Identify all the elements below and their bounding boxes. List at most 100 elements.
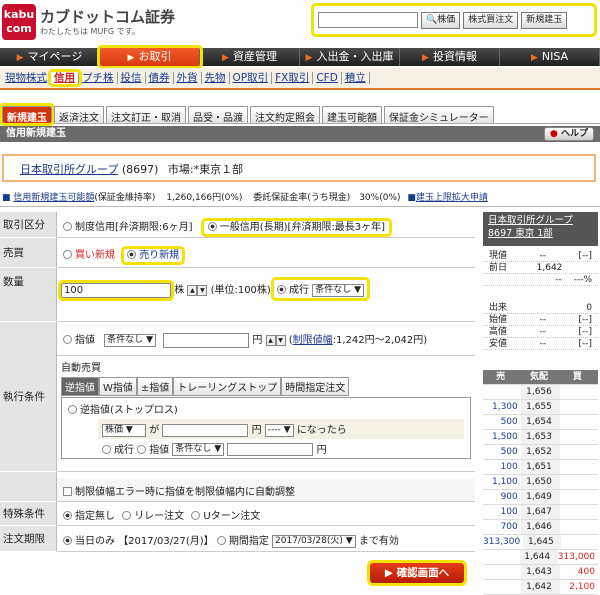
relay-order-option[interactable]: リレー注文 bbox=[122, 511, 184, 522]
sell-new-option[interactable]: 売り新規 bbox=[121, 246, 186, 265]
buy-new-option[interactable]: 買い新規 bbox=[63, 250, 115, 261]
nav-assets[interactable]: ▶ 資産管理 bbox=[200, 48, 300, 66]
search-input[interactable] bbox=[318, 12, 418, 28]
stop-limit-price-input[interactable] bbox=[227, 443, 314, 456]
stop-market-option[interactable]: 成行 bbox=[102, 444, 134, 456]
limit-increase-link[interactable]: 建玉上限拡大申請 bbox=[416, 193, 488, 203]
subnav-cash[interactable]: 現物株式 bbox=[2, 72, 51, 84]
nav-info[interactable]: ▶ 投資情報 bbox=[400, 48, 500, 66]
quantity-input[interactable]: 100 bbox=[58, 279, 174, 301]
kubun-ippan-option[interactable]: 一般信用(長期)[弁済期限:最長3ヶ年] bbox=[200, 218, 393, 237]
info-icon: ■ bbox=[2, 193, 11, 203]
order-book-bid bbox=[560, 520, 598, 534]
nav-trade[interactable]: ▶ お取引 bbox=[97, 45, 203, 69]
quote-label: 出来 bbox=[489, 303, 508, 313]
order-book-row[interactable]: 313,300 1,645 bbox=[483, 535, 598, 550]
subnav-margin[interactable]: 信用 bbox=[48, 69, 82, 87]
subnav-bond[interactable]: 債券 bbox=[146, 72, 174, 84]
stock-order-button[interactable]: 株式買注文 bbox=[463, 11, 519, 29]
order-book-row[interactable]: 1,500 1,653 bbox=[483, 430, 598, 445]
today-only-option[interactable]: 当日のみ bbox=[63, 536, 115, 547]
tagline: わたしたちは MUFG です。 bbox=[40, 27, 140, 36]
increment-icon[interactable]: ▲ bbox=[265, 334, 276, 346]
confirm-button[interactable]: ▶ 確認画面へ bbox=[367, 560, 467, 586]
market-order-option[interactable]: 成行 条件なし ▼ bbox=[271, 277, 371, 301]
tab-simulator[interactable]: 保証金シミュレーター bbox=[384, 106, 494, 124]
order-book-row[interactable]: 100 1,647 bbox=[483, 505, 598, 520]
kubun-seido-option[interactable]: 制度信用[弁済期限:6ヶ月] bbox=[63, 222, 193, 233]
subnav-petit[interactable]: プチ株 bbox=[79, 72, 118, 84]
tab-delivery[interactable]: 品受・品渡 bbox=[188, 106, 248, 124]
order-book-row[interactable]: 1,300 1,655 bbox=[483, 400, 598, 415]
decrement-icon[interactable]: ▼ bbox=[275, 334, 286, 346]
tab-new-position[interactable]: 新規建玉 bbox=[0, 103, 55, 126]
stop-source-select[interactable]: 株価 ▼ bbox=[102, 423, 146, 437]
limit-order-option[interactable]: 指値 bbox=[63, 335, 95, 346]
order-book-row[interactable]: 100 1,651 bbox=[483, 460, 598, 475]
order-book-row[interactable]: 700 1,646 bbox=[483, 520, 598, 535]
yen-unit: 円 bbox=[316, 444, 327, 456]
order-book-row[interactable]: 900 1,649 bbox=[483, 490, 598, 505]
period-option[interactable]: 期間指定 bbox=[216, 536, 269, 547]
tab-w-order[interactable]: W指値 bbox=[99, 377, 137, 396]
nav-mypage[interactable]: ▶ マイページ bbox=[0, 48, 100, 66]
uturn-order-option[interactable]: Uターン注文 bbox=[191, 511, 260, 522]
price-limit-range: :1,242円〜2,042円) bbox=[332, 335, 428, 346]
quote-stock-sub[interactable]: 8697 東京 1部 bbox=[488, 228, 553, 239]
tab-stop-order[interactable]: 逆指値 bbox=[61, 377, 99, 396]
order-book-row[interactable]: 1,644 313,000 bbox=[483, 550, 598, 565]
stop-direction-select[interactable]: ---- ▼ bbox=[264, 423, 294, 437]
stock-market: 市場:*東京１部 bbox=[167, 163, 244, 176]
stop-condition-select[interactable]: 条件なし ▼ bbox=[172, 443, 225, 456]
tab-time-order[interactable]: 時間指定注文 bbox=[281, 377, 350, 396]
period-date-select[interactable]: 2017/03/28(火) ▼ bbox=[272, 534, 356, 548]
order-book-row[interactable]: 1,642 2,100 bbox=[483, 580, 598, 595]
chevron-down-icon: ▼ bbox=[125, 424, 133, 435]
kubun-label: 取引区分 bbox=[0, 212, 57, 238]
logo[interactable]: kabu com bbox=[2, 4, 36, 40]
tab-buying-power[interactable]: 建玉可能額 bbox=[322, 106, 382, 124]
stop-limit-option[interactable]: 指値 bbox=[137, 444, 169, 456]
tab-trailing-stop[interactable]: トレーリングストップ bbox=[173, 377, 282, 396]
increment-icon[interactable]: ▲ bbox=[187, 284, 198, 296]
decrement-icon[interactable]: ▼ bbox=[197, 284, 208, 296]
nav-deposit[interactable]: ▶ 入出金・入出庫 bbox=[300, 48, 400, 66]
tab-pm-order[interactable]: ±指値 bbox=[136, 377, 174, 396]
subnav-savings[interactable]: 積立 bbox=[342, 72, 370, 84]
tab-close-order[interactable]: 返済注文 bbox=[54, 106, 104, 124]
stock-price-button[interactable]: 🔍株価 bbox=[421, 11, 461, 29]
stop-price-input[interactable] bbox=[162, 423, 249, 437]
subnav-fx[interactable]: FX取引 bbox=[272, 72, 314, 84]
order-book-rows: 1,656 1,300 1,655 500 1,654 1,500 1,653 500 1,65… bbox=[483, 385, 598, 595]
auto-adjust-checkbox[interactable]: 制限値幅エラー時に指値を制限値幅内に自動調整 bbox=[63, 487, 295, 498]
tab-modify-cancel[interactable]: 注文訂正・取消 bbox=[106, 106, 186, 124]
limit-condition-select[interactable]: 条件なし ▼ bbox=[104, 333, 156, 347]
nav-nisa[interactable]: ▶ NISA bbox=[500, 48, 600, 66]
subnav-fund[interactable]: 投信 bbox=[118, 72, 146, 84]
price-limit-link[interactable]: 制限値幅 bbox=[293, 335, 333, 346]
tab-order-history[interactable]: 注文約定照会 bbox=[250, 106, 320, 124]
order-book-row[interactable]: 1,643 400 bbox=[483, 565, 598, 580]
quote-header: 日本取引所グループ 8697 東京 1部 bbox=[483, 212, 598, 246]
quote-stock-link[interactable]: 日本取引所グループ bbox=[488, 215, 573, 226]
buying-power-link[interactable]: 信用新規建玉可能額 bbox=[13, 193, 94, 203]
stock-name-link[interactable]: 日本取引所グループ bbox=[20, 163, 118, 176]
baibai-label: 売買 bbox=[0, 238, 57, 268]
deadline-row: 当日のみ 【2017/03/27(月)】 期間指定 2017/03/28(火) … bbox=[57, 526, 475, 552]
limit-price-input[interactable] bbox=[163, 332, 250, 348]
subnav-fx-currency[interactable]: 外貨 bbox=[174, 72, 202, 84]
subnav-options[interactable]: OP取引 bbox=[230, 72, 273, 84]
today-only-label: 当日のみ bbox=[75, 536, 115, 547]
subnav-cfd[interactable]: CFD bbox=[313, 72, 342, 84]
order-book-row[interactable]: 500 1,652 bbox=[483, 445, 598, 460]
order-book-bid bbox=[561, 535, 598, 549]
order-book-row[interactable]: 1,100 1,650 bbox=[483, 475, 598, 490]
order-book-row[interactable]: 1,656 bbox=[483, 385, 598, 400]
stop-loss-option[interactable]: 逆指値(ストップロス) bbox=[68, 401, 464, 416]
help-button[interactable]: ● ヘルプ bbox=[543, 127, 594, 141]
market-condition-select[interactable]: 条件なし ▼ bbox=[312, 283, 365, 297]
new-position-button[interactable]: 新規建玉 bbox=[521, 11, 568, 29]
subnav-futures[interactable]: 先物 bbox=[202, 72, 230, 84]
order-book-row[interactable]: 500 1,654 bbox=[483, 415, 598, 430]
special-none-option[interactable]: 指定無し bbox=[63, 511, 115, 522]
